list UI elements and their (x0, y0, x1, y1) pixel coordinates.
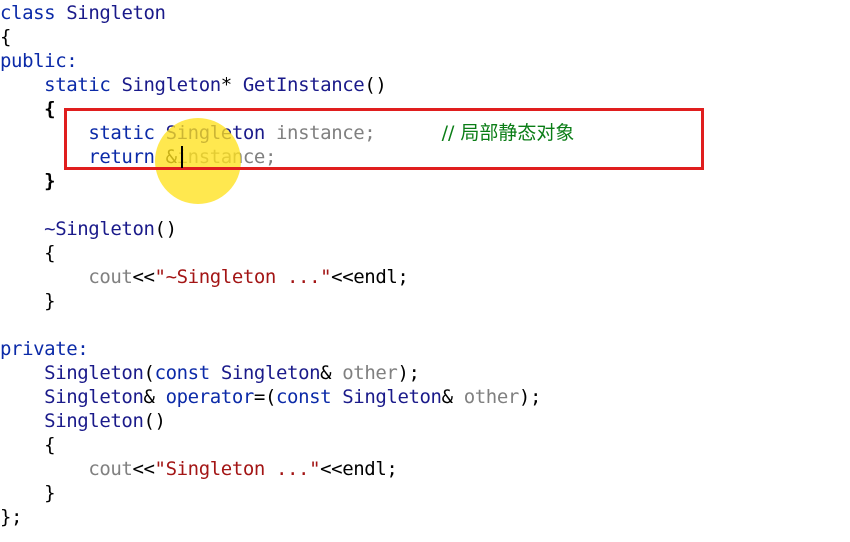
param-type: Singleton (342, 386, 442, 408)
function-name: GetInstance (242, 74, 365, 96)
return-type: Singleton (44, 386, 144, 408)
pointer-symbol: * (220, 74, 232, 96)
code-line-2: { (0, 25, 11, 49)
constructor-name: Singleton (44, 410, 144, 432)
red-annotation-box (64, 108, 704, 170)
close-paren: ); (518, 386, 541, 408)
code-line-11: cout<<"~Singleton ..."<<endl; (0, 265, 409, 289)
keyword-static: static (44, 74, 111, 96)
reference-symbol: & (320, 362, 332, 384)
semicolon: ; (397, 266, 409, 288)
code-line-4: static Singleton* GetInstance() (0, 73, 387, 97)
parens: () (364, 74, 387, 96)
text-caret (181, 146, 183, 168)
open-paren: ( (143, 362, 155, 384)
string-literal: "Singleton ..." (154, 458, 321, 480)
parens: () (154, 218, 177, 240)
class-end: }; (0, 506, 23, 528)
code-line-17: { (0, 433, 55, 457)
code-editor[interactable]: class Singleton { public: static Singlet… (0, 0, 850, 542)
access-specifier-public: public: (0, 50, 78, 72)
open-brace: { (44, 98, 56, 120)
close-brace: } (44, 290, 56, 312)
parens: () (143, 410, 166, 432)
code-line-13: private: (0, 337, 89, 361)
string-literal: "~Singleton ..." (154, 266, 332, 288)
param-name: other (463, 386, 520, 408)
endl-identifier: endl (342, 458, 387, 480)
stream-operator: << (320, 458, 343, 480)
stream-operator: << (132, 458, 155, 480)
keyword-const: const (276, 386, 332, 408)
endl-identifier: endl (353, 266, 398, 288)
code-line-14: Singleton(const Singleton& other); (0, 361, 420, 385)
open-brace: { (44, 434, 56, 456)
stream-operator: << (331, 266, 354, 288)
reference-symbol: & (441, 386, 453, 408)
keyword-const: const (154, 362, 211, 384)
constructor-name: Singleton (44, 362, 144, 384)
close-paren: ); (397, 362, 420, 384)
code-line-18: cout<<"Singleton ..."<<endl; (0, 457, 398, 481)
close-brace: } (44, 170, 56, 192)
param-name: other (342, 362, 398, 384)
assign-operator: =( (253, 386, 276, 408)
cout-identifier: cout (88, 458, 133, 480)
return-type: Singleton (121, 74, 221, 96)
class-name: Singleton (66, 2, 166, 24)
open-brace: { (44, 242, 56, 264)
code-line-5: { (0, 97, 55, 121)
code-line-20: }; (0, 505, 22, 529)
keyword-class: class (0, 2, 56, 24)
code-line-16: Singleton() (0, 409, 166, 433)
code-line-3: public: (0, 49, 78, 73)
code-line-15: Singleton& operator=(const Singleton& ot… (0, 385, 541, 409)
semicolon: ; (386, 458, 398, 480)
keyword-operator: operator (165, 386, 255, 408)
access-specifier-private: private: (0, 338, 89, 360)
code-line-9: ~Singleton() (0, 217, 177, 241)
cout-identifier: cout (88, 266, 133, 288)
code-line-10: { (0, 241, 55, 265)
code-line-12: } (0, 289, 55, 313)
close-brace: } (44, 482, 56, 504)
param-type: Singleton (220, 362, 321, 384)
code-line-19: } (0, 481, 55, 505)
reference-symbol: & (143, 386, 155, 408)
code-line-1: class Singleton (0, 1, 166, 25)
code-line-8: } (0, 169, 55, 193)
open-brace: { (0, 26, 12, 48)
stream-operator: << (132, 266, 155, 288)
destructor-name: ~Singleton (44, 218, 155, 240)
